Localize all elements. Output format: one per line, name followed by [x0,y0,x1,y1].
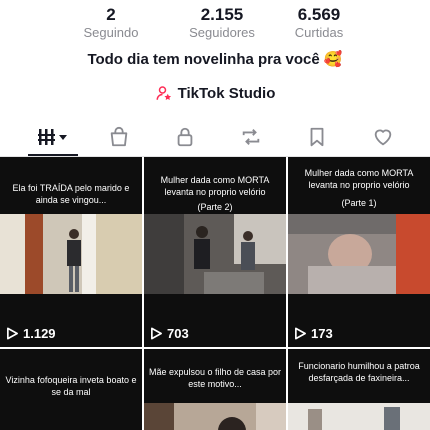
video-tile[interactable]: Funcionario humilhou a patroa desfarçada… [288,349,430,430]
studio-label: TikTok Studio [177,84,276,102]
likes-stat[interactable]: 6.569 Curtidas [264,6,374,42]
video-thumbnail [144,403,286,430]
video-caption: Ela foi TRAÍDA pelo marido e ainda se vi… [12,183,130,205]
followers-stat[interactable]: 2.155 Seguidores [167,6,277,42]
video-caption: Vizinha fofoqueira inveta boato e se da … [5,375,137,397]
view-count: 703 [150,326,189,341]
studio-person-icon [156,86,171,100]
profile-bio: Todo dia tem novelinha pra você 🥰 [87,51,343,68]
video-part-label: (Parte 2) [197,202,233,212]
tab-reposts[interactable] [218,118,284,156]
repost-icon [242,129,260,145]
bookmark-icon [310,127,324,147]
video-tile[interactable]: Ela foi TRAÍDA pelo marido e ainda se vi… [0,157,142,347]
video-tile[interactable]: Mulher dada como MORTA levanta no propri… [144,157,286,347]
video-thumbnail [144,214,286,294]
videos-icon [38,129,67,145]
video-tile[interactable]: Vizinha fofoqueira inveta boato e se da … [0,349,142,430]
view-count-value: 1.129 [23,326,56,341]
followers-count: 2.155 [200,5,244,24]
tab-private[interactable] [152,118,218,156]
play-icon [151,327,162,340]
video-thumbnail [0,214,142,294]
tab-videos[interactable] [20,118,86,156]
view-count: 173 [294,326,333,341]
video-tile[interactable]: Mãe expulsou o filho de casa por este mo… [144,349,286,430]
view-count-value: 703 [167,326,189,341]
video-thumbnail [288,214,430,294]
video-thumbnail [288,403,430,430]
tiktok-studio-link[interactable]: TikTok Studio [0,84,430,102]
heart-icon [374,129,392,146]
likes-label: Curtidas [294,25,344,40]
tab-saved[interactable] [284,118,350,156]
profile-tabs [0,118,430,156]
following-stat[interactable]: 2 Seguindo [56,6,166,42]
view-count-value: 173 [311,326,333,341]
following-label: Seguindo [83,25,139,40]
video-caption: Mulher dada como MORTA levanta no propri… [160,175,270,197]
tab-shop[interactable] [86,118,152,156]
following-count: 2 [106,5,116,24]
video-caption: Mãe expulsou o filho de casa por este mo… [148,367,282,389]
tab-liked[interactable] [350,118,416,156]
shop-icon [110,126,128,147]
play-icon [7,327,18,340]
profile-stats: 2 Seguindo 2.155 Seguidores 6.569 Curtid… [0,6,430,46]
video-caption: Funcionario humilhou a patroa desfarçada… [298,361,420,383]
video-part-label: (Parte 1) [341,198,377,208]
likes-count: 6.569 [297,5,341,24]
view-count: 1.129 [6,326,56,341]
lock-icon [177,127,193,147]
video-tile[interactable]: Mulher dada como MORTA levanta no propri… [288,157,430,347]
video-caption: Mulher dada como MORTA levanta no propri… [304,168,414,190]
followers-label: Seguidores [189,25,255,40]
play-icon [295,327,306,340]
